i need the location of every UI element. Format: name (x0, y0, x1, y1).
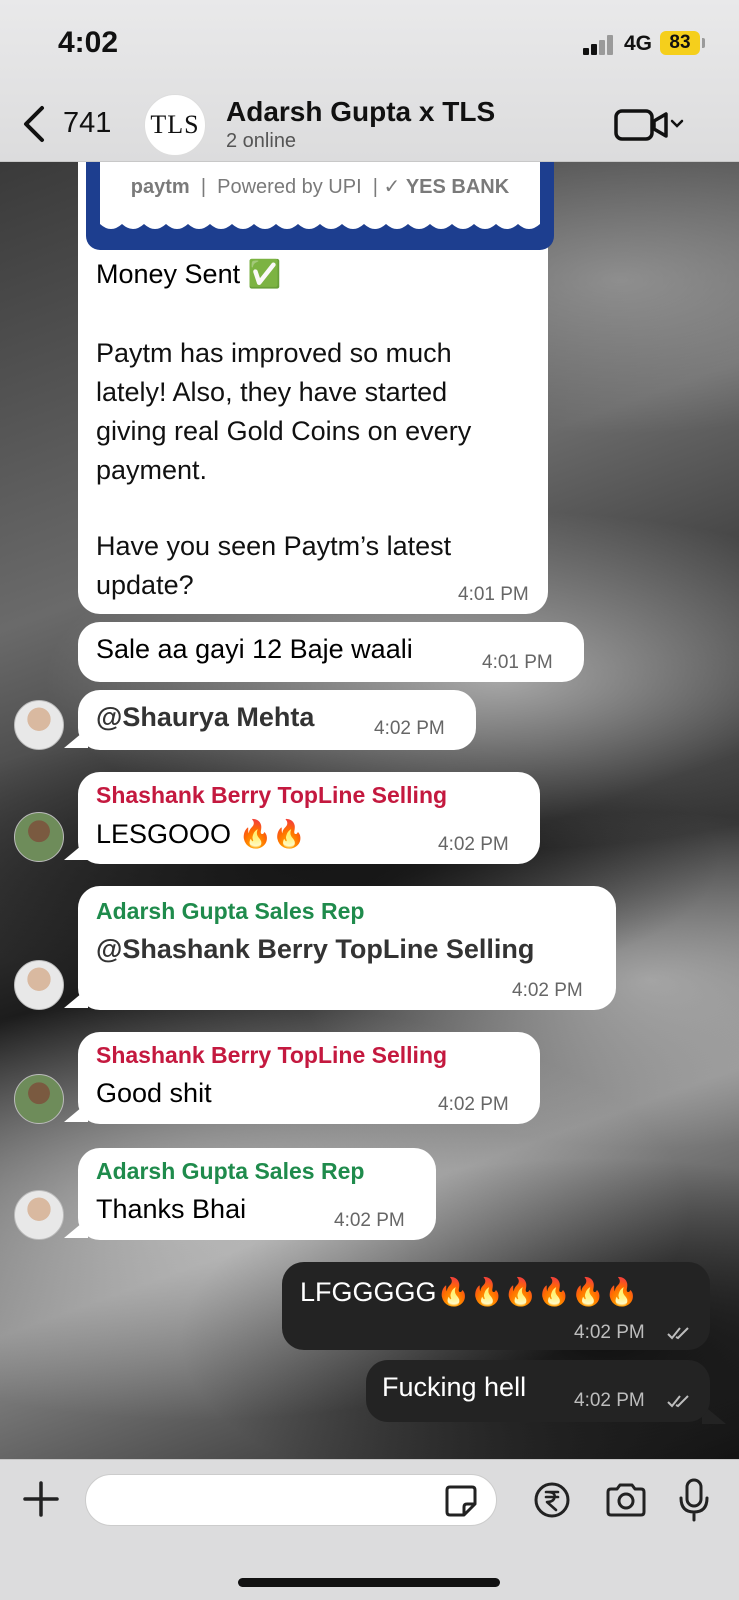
chat-subtitle: 2 online (226, 130, 297, 152)
sender-name[interactable]: Adarsh Gupta Sales Rep (96, 1158, 364, 1185)
home-indicator[interactable] (238, 1578, 500, 1587)
message-timestamp: 4:01 PM (482, 652, 553, 673)
mention-text[interactable]: @Shaurya Mehta (96, 702, 314, 733)
plus-icon[interactable] (22, 1480, 60, 1518)
group-avatar[interactable]: TLS (144, 94, 206, 156)
microphone-icon[interactable] (678, 1478, 710, 1522)
avatar[interactable] (14, 1190, 64, 1240)
network-type: 4G (624, 32, 653, 55)
sender-name[interactable]: Adarsh Gupta Sales Rep (96, 898, 364, 925)
camera-icon[interactable] (604, 1482, 648, 1518)
message-timestamp: 4:02 PM (574, 1390, 645, 1411)
message-timestamp: 4:02 PM (438, 1094, 509, 1115)
sticker-icon[interactable] (444, 1484, 478, 1518)
message-line: update? (96, 570, 194, 600)
sender-name[interactable]: Shashank Berry TopLine Selling (96, 1042, 447, 1069)
status-time: 4:02 (58, 26, 119, 59)
message-paragraph: Paytm has improved so much lately! Also,… (96, 334, 471, 490)
message-timestamp: 4:02 PM (574, 1322, 645, 1343)
read-receipt-icon (667, 1395, 689, 1408)
chat-header: 4:02 4G 83 741 TLS Adarsh Gupta x TLS 2 … (0, 0, 739, 162)
message-line: giving real Gold Coins on every (96, 416, 472, 446)
message-input[interactable] (85, 1474, 497, 1526)
battery-icon: 83 (660, 31, 700, 55)
message-text: Fucking hell (382, 1372, 527, 1402)
message-text: LESGOOO 🔥🔥 (96, 819, 306, 849)
payment-card[interactable]: paytm | Powered by UPI | ✓ YES BANK (86, 160, 554, 250)
upi-logo: Powered by UPI (217, 176, 362, 198)
back-chevron-icon[interactable] (20, 104, 46, 144)
mention-text[interactable]: @Shashank Berry TopLine Selling (96, 934, 534, 965)
message-line: payment. (96, 455, 208, 485)
avatar[interactable] (14, 812, 64, 862)
chat-title[interactable]: Adarsh Gupta x TLS (226, 96, 495, 128)
group-avatar-logo: TLS (150, 110, 200, 139)
message-text: Sale aa gayi 12 Baje waali (96, 634, 413, 664)
read-receipt-icon (667, 1327, 689, 1340)
message-timestamp: 4:02 PM (438, 834, 509, 855)
video-call-icon[interactable] (614, 106, 686, 144)
message-text: LFGGGGG🔥🔥🔥🔥🔥🔥 (300, 1277, 639, 1307)
payment-card-inner: paytm | Powered by UPI | ✓ YES BANK (100, 160, 540, 222)
sender-name[interactable]: Shashank Berry TopLine Selling (96, 782, 447, 809)
rupee-icon[interactable] (533, 1481, 571, 1519)
signal-icon (583, 35, 617, 55)
message-timestamp: 4:01 PM (458, 584, 529, 605)
payment-card-wave (100, 218, 540, 229)
message-line: Paytm has improved so much (96, 338, 452, 368)
unread-count[interactable]: 741 (63, 107, 111, 140)
message-text: Money Sent ✅ (96, 259, 282, 289)
message-line: lately! Also, they have started (96, 377, 448, 407)
avatar[interactable] (14, 700, 64, 750)
paytm-logo: paytm (130, 176, 190, 198)
message-text: Thanks Bhai (96, 1194, 247, 1224)
battery-tip (702, 38, 705, 48)
avatar[interactable] (14, 960, 64, 1010)
message-timestamp: 4:02 PM (374, 718, 445, 739)
message-paragraph: Have you seen Paytm’s latest update? (96, 527, 451, 605)
message-timestamp: 4:02 PM (512, 980, 583, 1001)
avatar[interactable] (14, 1074, 64, 1124)
payment-logos: paytm | Powered by UPI | ✓ YES BANK (130, 176, 510, 198)
message-timestamp: 4:02 PM (334, 1210, 405, 1231)
message-text: Good shit (96, 1078, 212, 1108)
yes-bank-logo: YES BANK (405, 176, 510, 198)
message-line: Have you seen Paytm’s latest (96, 531, 452, 561)
